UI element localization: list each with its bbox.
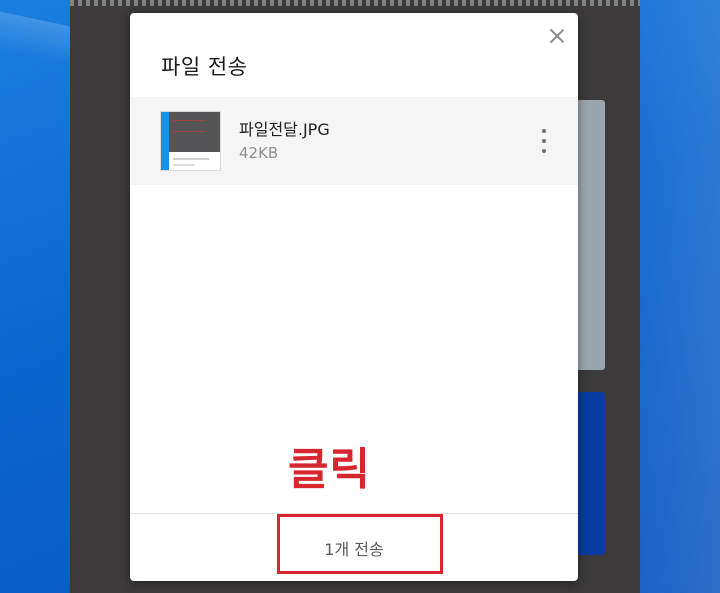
more-vertical-icon[interactable] <box>534 127 554 155</box>
dialog-title: 파일 전송 <box>161 55 248 79</box>
dialog-footer: 1개 전송 <box>130 513 578 582</box>
send-button[interactable]: 1개 전송 <box>130 514 578 582</box>
file-size: 42KB <box>239 144 279 162</box>
app-window-top-edge <box>70 0 640 6</box>
app-side-panel <box>575 100 605 370</box>
app-side-button[interactable] <box>575 392 605 555</box>
click-annotation-label: 클릭 <box>288 444 371 495</box>
close-icon[interactable] <box>546 25 568 47</box>
image-thumbnail-icon <box>160 111 221 171</box>
file-list-item[interactable]: 파일전달.JPG 42KB <box>130 97 578 185</box>
file-transfer-dialog: 파일 전송 파일전달.JPG 42KB 1개 전송 <box>130 13 578 581</box>
desktop-background: 파일 전송 파일전달.JPG 42KB 1개 전송 클릭 <box>0 0 720 593</box>
desktop-light-streak <box>0 11 80 69</box>
desktop-light-panel <box>630 0 720 593</box>
file-name: 파일전달.JPG <box>239 120 330 139</box>
